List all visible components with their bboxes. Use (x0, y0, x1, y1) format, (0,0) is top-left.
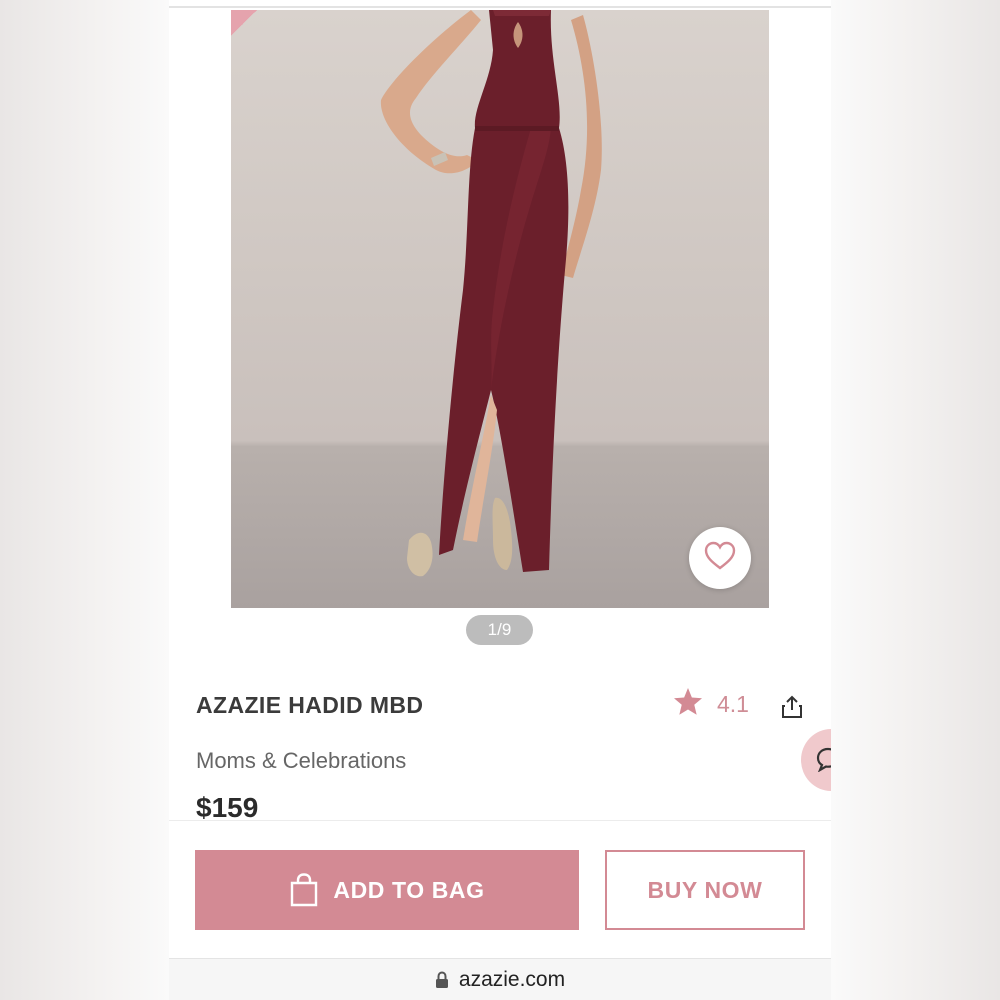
product-rating[interactable]: 4.1 (672, 686, 749, 723)
product-category[interactable]: Moms & Celebrations (196, 748, 406, 774)
star-icon (672, 686, 704, 723)
add-to-bag-label: ADD TO BAG (333, 876, 485, 903)
share-icon[interactable] (781, 695, 803, 724)
dress-illustration (380, 10, 602, 577)
rating-value: 4.1 (717, 691, 749, 717)
favorite-button[interactable] (689, 527, 751, 589)
url-text: azazie.com (458, 968, 566, 991)
add-to-bag-button[interactable]: ADD TO BAG (195, 850, 579, 930)
shopping-bag-icon (289, 873, 319, 907)
image-counter: 1/9 (466, 615, 533, 645)
chat-button[interactable] (801, 729, 831, 791)
mobile-viewport: 1/9 AZAZIE HADID MBD 4.1 Moms & Celebrat… (169, 0, 831, 1000)
browser-address-bar[interactable]: azazie.com (169, 958, 831, 1000)
chat-icon (815, 746, 831, 777)
heart-icon (704, 541, 736, 576)
divider (169, 6, 831, 8)
purchase-bar: ADD TO BAG BUY NOW (169, 820, 831, 959)
product-image[interactable] (231, 10, 769, 608)
buy-now-button[interactable]: BUY NOW (605, 850, 805, 930)
corner-badge (231, 10, 257, 36)
product-title: AZAZIE HADID MBD (196, 692, 424, 718)
lock-icon (435, 971, 449, 989)
